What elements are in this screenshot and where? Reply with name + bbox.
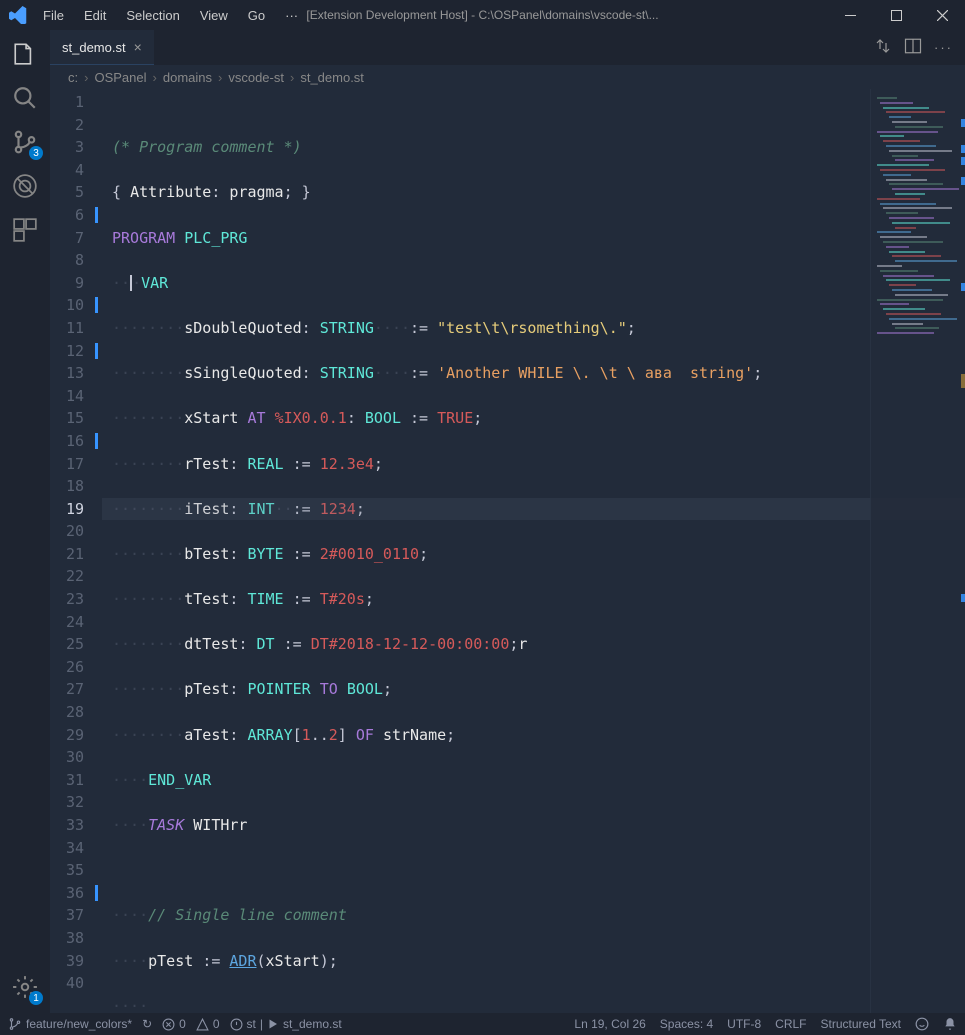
compare-changes-icon[interactable] bbox=[874, 37, 892, 58]
tab-close-icon[interactable]: × bbox=[134, 39, 142, 55]
split-editor-icon[interactable] bbox=[904, 37, 922, 58]
menu-more[interactable]: ··· bbox=[277, 4, 306, 27]
encoding[interactable]: UTF-8 bbox=[727, 1017, 761, 1031]
menu-file[interactable]: File bbox=[35, 4, 72, 27]
feedback-icon[interactable] bbox=[915, 1017, 929, 1031]
menu-go[interactable]: Go bbox=[240, 4, 273, 27]
settings-icon[interactable]: 1 bbox=[11, 973, 39, 1001]
chevron-right-icon: › bbox=[84, 70, 88, 85]
editor-area: st_demo.st × ··· c: › OSPanel › domains › v… bbox=[50, 30, 965, 1013]
debug-icon[interactable] bbox=[11, 172, 39, 200]
scm-badge: 3 bbox=[29, 146, 43, 160]
source-control-icon[interactable]: 3 bbox=[11, 128, 39, 156]
minimize-button[interactable] bbox=[827, 0, 873, 30]
window-title: [Extension Development Host] - C:\OSPane… bbox=[306, 8, 658, 22]
breadcrumbs[interactable]: c: › OSPanel › domains › vscode-st › st_demo… bbox=[50, 65, 965, 89]
minimap[interactable] bbox=[870, 89, 965, 1013]
git-branch[interactable]: feature/new_colors* bbox=[8, 1017, 132, 1031]
chevron-right-icon: › bbox=[153, 70, 157, 85]
code-token: (* Program comment *) bbox=[112, 138, 302, 156]
tab-label: st_demo.st bbox=[62, 40, 126, 55]
explorer-icon[interactable] bbox=[11, 40, 39, 68]
window-controls bbox=[827, 0, 965, 30]
debug-info[interactable]: st | st_demo.st bbox=[230, 1017, 342, 1031]
editor-actions: ··· bbox=[874, 30, 965, 65]
problems[interactable]: 0 0 bbox=[162, 1017, 219, 1031]
chevron-right-icon: › bbox=[218, 70, 222, 85]
code-area[interactable]: 1234567891011121314151617181920212223242… bbox=[50, 89, 965, 1013]
app-icon bbox=[0, 6, 35, 24]
menu-view[interactable]: View bbox=[192, 4, 236, 27]
settings-badge: 1 bbox=[29, 991, 43, 1005]
close-button[interactable] bbox=[919, 0, 965, 30]
titlebar: File Edit Selection View Go ··· [Extensi… bbox=[0, 0, 965, 30]
sync-icon[interactable]: ↻ bbox=[142, 1017, 152, 1031]
editor-tabs: st_demo.st × ··· bbox=[50, 30, 965, 65]
more-actions-icon[interactable]: ··· bbox=[934, 40, 953, 55]
line-gutter: 1234567891011121314151617181920212223242… bbox=[50, 89, 102, 1013]
eol[interactable]: CRLF bbox=[775, 1017, 806, 1031]
indentation[interactable]: Spaces: 4 bbox=[660, 1017, 713, 1031]
notifications-icon[interactable] bbox=[943, 1017, 957, 1031]
chevron-right-icon: › bbox=[290, 70, 294, 85]
breadcrumb-part[interactable]: st_demo.st bbox=[300, 70, 364, 85]
activity-bar: 3 1 bbox=[0, 30, 50, 1013]
cursor-position[interactable]: Ln 19, Col 26 bbox=[574, 1017, 645, 1031]
menubar: File Edit Selection View Go ··· bbox=[35, 4, 306, 27]
current-line-highlight bbox=[102, 498, 965, 521]
tab-st-demo[interactable]: st_demo.st × bbox=[50, 30, 154, 65]
statusbar: feature/new_colors* ↻ 0 0 st | st_demo.s… bbox=[0, 1013, 965, 1035]
breadcrumb-part[interactable]: OSPanel bbox=[94, 70, 146, 85]
extensions-icon[interactable] bbox=[11, 216, 39, 244]
code-content[interactable]: (* Program comment *) { Attribute: pragm… bbox=[102, 89, 965, 1013]
language-mode[interactable]: Structured Text bbox=[821, 1017, 901, 1031]
maximize-button[interactable] bbox=[873, 0, 919, 30]
search-icon[interactable] bbox=[11, 84, 39, 112]
breadcrumb-part[interactable]: vscode-st bbox=[228, 70, 284, 85]
menu-selection[interactable]: Selection bbox=[118, 4, 187, 27]
breadcrumb-part[interactable]: domains bbox=[163, 70, 212, 85]
breadcrumb-part[interactable]: c: bbox=[68, 70, 78, 85]
menu-edit[interactable]: Edit bbox=[76, 4, 114, 27]
